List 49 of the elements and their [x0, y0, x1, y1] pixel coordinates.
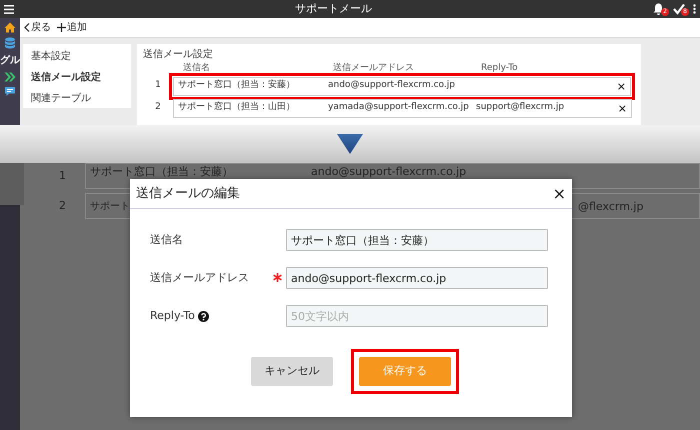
reply-to-text: support@flexcrm.jp [476, 102, 564, 112]
field-label: 送信名 [150, 232, 183, 248]
settings-nav-item[interactable]: 関連テーブル [23, 88, 131, 109]
row-number: 1 [58, 168, 67, 184]
remove-button[interactable]: × [614, 102, 631, 114]
column-header: 送信名 [183, 63, 210, 73]
settings-nav-item[interactable]: 送信メール設定 [23, 67, 131, 88]
row-number: 2 [58, 198, 67, 214]
plus-icon [57, 23, 66, 32]
input-field[interactable]: ando@support-flexcrm.co.jp [286, 267, 548, 289]
name-text: サポート窓口（担当：山田） [178, 102, 295, 112]
chevron-left-icon [24, 23, 30, 32]
column-header: 送信メールアドレス [333, 63, 414, 73]
field-label: Reply-To [150, 308, 195, 324]
name-text: サポート窓口（担当：安藤） [90, 164, 233, 180]
address-text: ando@support-flexcrm.co.jp [328, 80, 455, 90]
settings-nav-item[interactable]: 基本設定 [23, 46, 131, 67]
rail-label[interactable]: グル [0, 53, 20, 68]
chat-icon[interactable] [4, 86, 16, 97]
address-text: ando@support-flexcrm.co.jp [311, 164, 466, 180]
table-row[interactable]: サポート窓口（担当：安藤） ando@support-flexcrm.co.jp × [173, 76, 631, 96]
name-text: サポート [90, 200, 130, 214]
bell-icon[interactable] [653, 3, 664, 15]
panel-title: 送信メール設定 [143, 48, 214, 61]
help-icon[interactable] [198, 310, 209, 322]
remove-button[interactable]: × [612, 80, 630, 92]
chevrons-icon[interactable] [4, 72, 16, 82]
more-icon[interactable] [693, 4, 696, 14]
row-number: 1 [154, 79, 162, 92]
address-text: yamada@support-flexcrm.co.jp [328, 102, 469, 112]
check-icon[interactable] [673, 3, 685, 15]
field-label: 送信メールアドレス [150, 270, 249, 286]
row-number: 2 [154, 101, 162, 114]
cancel-button[interactable]: キャンセル [251, 357, 333, 386]
name-text: サポート窓口（担当：安藤） [178, 80, 295, 90]
app-title: サポートメール [294, 0, 373, 17]
menu-icon[interactable] [4, 4, 14, 14]
add-button[interactable]: 追加 [57, 20, 87, 35]
database-icon[interactable] [4, 37, 16, 49]
close-button[interactable]: × [552, 186, 566, 202]
dialog-title: 送信メールの編集 [136, 184, 240, 203]
address-text: @flexcrm.jp [578, 199, 644, 215]
table-row[interactable]: サポート窓口（担当：山田） yamada@support-flexcrm.co.jp support@flexcrm.jp × [173, 98, 632, 118]
back-button[interactable]: 戻る [24, 20, 51, 35]
column-header: Reply-To [481, 63, 518, 73]
down-arrow-icon [337, 134, 363, 154]
home-icon[interactable] [4, 22, 16, 33]
input-field[interactable]: サポート窓口（担当：安藤） [286, 229, 548, 251]
input-field[interactable]: 50文字以内 [286, 305, 548, 327]
